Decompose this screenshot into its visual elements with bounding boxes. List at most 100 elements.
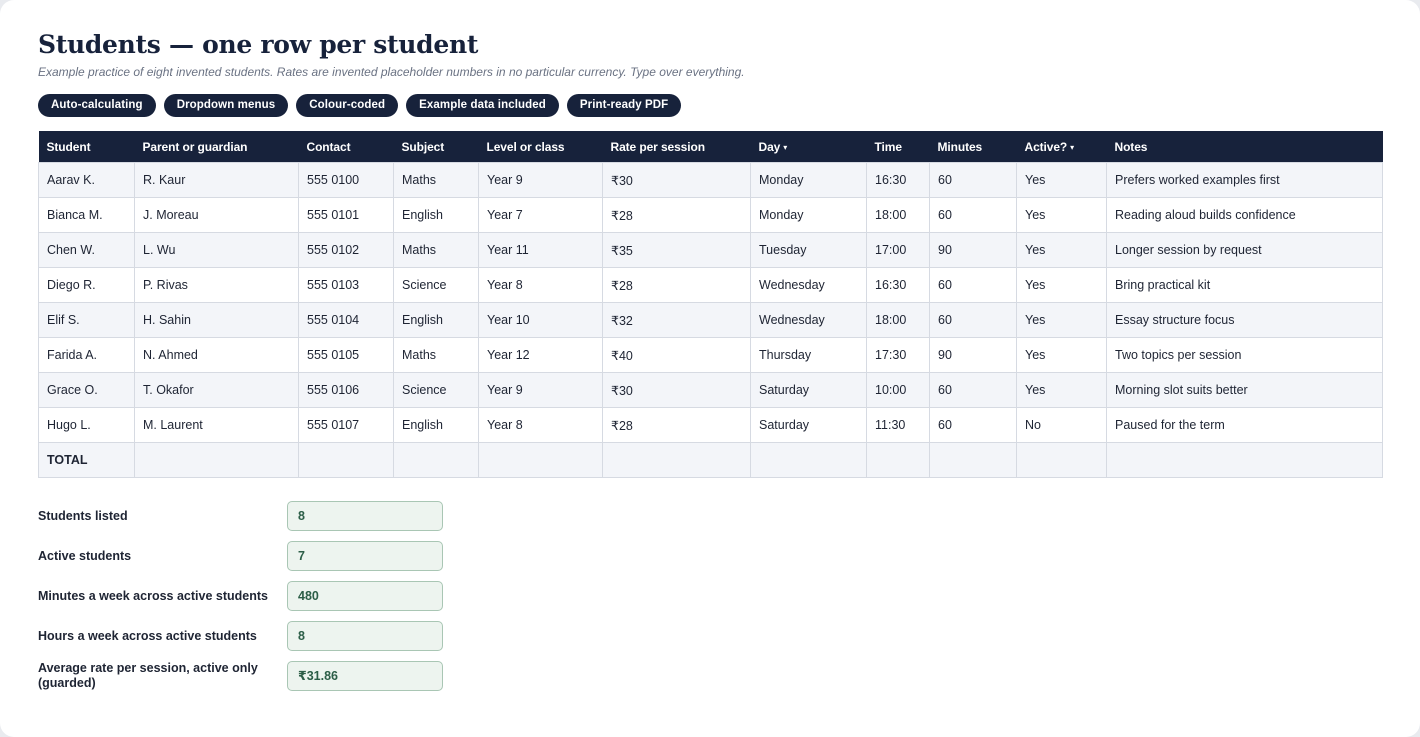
cell-contact[interactable]: 555 0101 (298, 197, 394, 233)
cell-parent[interactable]: J. Moreau (134, 197, 299, 233)
cell-notes[interactable]: Bring practical kit (1106, 267, 1383, 303)
cell-student[interactable]: Hugo L. (38, 407, 135, 443)
cell-contact[interactable]: 555 0100 (298, 162, 394, 198)
cell-contact[interactable]: 555 0102 (298, 232, 394, 268)
cell-day[interactable]: Thursday (750, 337, 867, 373)
total-cell[interactable] (1016, 442, 1107, 478)
cell-active[interactable]: Yes (1016, 337, 1107, 373)
cell-minutes[interactable]: 60 (929, 267, 1017, 303)
cell-minutes[interactable]: 90 (929, 337, 1017, 373)
cell-day[interactable]: Saturday (750, 407, 867, 443)
total-cell[interactable] (393, 442, 479, 478)
cell-time[interactable]: 10:00 (866, 372, 930, 408)
total-cell[interactable] (866, 442, 930, 478)
cell-parent[interactable]: R. Kaur (134, 162, 299, 198)
cell-contact[interactable]: 555 0104 (298, 302, 394, 338)
cell-level[interactable]: Year 7 (478, 197, 603, 233)
cell-level[interactable]: Year 11 (478, 232, 603, 268)
cell-active[interactable]: Yes (1016, 162, 1107, 198)
cell-contact[interactable]: 555 0106 (298, 372, 394, 408)
cell-active[interactable]: Yes (1016, 302, 1107, 338)
total-cell[interactable] (929, 442, 1017, 478)
cell-minutes[interactable]: 60 (929, 407, 1017, 443)
cell-subject[interactable]: Science (393, 372, 479, 408)
dropdown-caret-icon[interactable]: ▾ (1070, 143, 1074, 152)
cell-contact[interactable]: 555 0105 (298, 337, 394, 373)
cell-level[interactable]: Year 8 (478, 407, 603, 443)
cell-level[interactable]: Year 9 (478, 372, 603, 408)
cell-minutes[interactable]: 60 (929, 372, 1017, 408)
cell-rate[interactable]: ₹28 (602, 267, 751, 303)
total-cell[interactable] (750, 442, 867, 478)
cell-rate[interactable]: ₹28 (602, 407, 751, 443)
cell-parent[interactable]: T. Okafor (134, 372, 299, 408)
cell-student[interactable]: Aarav K. (38, 162, 135, 198)
cell-subject[interactable]: Maths (393, 337, 479, 373)
cell-notes[interactable]: Longer session by request (1106, 232, 1383, 268)
cell-subject[interactable]: English (393, 407, 479, 443)
cell-active[interactable]: No (1016, 407, 1107, 443)
col-active[interactable]: Active? ▾ (1016, 131, 1107, 163)
cell-notes[interactable]: Reading aloud builds confidence (1106, 197, 1383, 233)
cell-subject[interactable]: English (393, 197, 479, 233)
cell-rate[interactable]: ₹30 (602, 372, 751, 408)
cell-minutes[interactable]: 90 (929, 232, 1017, 268)
cell-rate[interactable]: ₹40 (602, 337, 751, 373)
total-cell[interactable] (134, 442, 299, 478)
cell-level[interactable]: Year 10 (478, 302, 603, 338)
cell-day[interactable]: Monday (750, 162, 867, 198)
cell-student[interactable]: Diego R. (38, 267, 135, 303)
cell-time[interactable]: 16:30 (866, 267, 930, 303)
cell-student[interactable]: Bianca M. (38, 197, 135, 233)
total-cell[interactable] (298, 442, 394, 478)
cell-contact[interactable]: 555 0107 (298, 407, 394, 443)
cell-notes[interactable]: Morning slot suits better (1106, 372, 1383, 408)
cell-subject[interactable]: Science (393, 267, 479, 303)
cell-rate[interactable]: ₹32 (602, 302, 751, 338)
cell-active[interactable]: Yes (1016, 372, 1107, 408)
cell-rate[interactable]: ₹30 (602, 162, 751, 198)
cell-notes[interactable]: Prefers worked examples first (1106, 162, 1383, 198)
cell-level[interactable]: Year 8 (478, 267, 603, 303)
cell-parent[interactable]: H. Sahin (134, 302, 299, 338)
cell-time[interactable]: 18:00 (866, 197, 930, 233)
cell-student[interactable]: Farida A. (38, 337, 135, 373)
cell-day[interactable]: Monday (750, 197, 867, 233)
cell-day[interactable]: Wednesday (750, 302, 867, 338)
cell-time[interactable]: 18:00 (866, 302, 930, 338)
cell-rate[interactable]: ₹28 (602, 197, 751, 233)
cell-contact[interactable]: 555 0103 (298, 267, 394, 303)
cell-level[interactable]: Year 9 (478, 162, 603, 198)
dropdown-caret-icon[interactable]: ▾ (783, 143, 787, 152)
cell-minutes[interactable]: 60 (929, 302, 1017, 338)
cell-student[interactable]: Elif S. (38, 302, 135, 338)
cell-subject[interactable]: Maths (393, 232, 479, 268)
cell-minutes[interactable]: 60 (929, 162, 1017, 198)
total-cell[interactable] (478, 442, 603, 478)
cell-parent[interactable]: L. Wu (134, 232, 299, 268)
cell-day[interactable]: Saturday (750, 372, 867, 408)
cell-day[interactable]: Wednesday (750, 267, 867, 303)
cell-student[interactable]: Grace O. (38, 372, 135, 408)
col-day[interactable]: Day ▾ (750, 131, 867, 163)
cell-rate[interactable]: ₹35 (602, 232, 751, 268)
cell-notes[interactable]: Paused for the term (1106, 407, 1383, 443)
cell-active[interactable]: Yes (1016, 197, 1107, 233)
cell-active[interactable]: Yes (1016, 232, 1107, 268)
cell-time[interactable]: 11:30 (866, 407, 930, 443)
total-cell[interactable] (1106, 442, 1383, 478)
cell-level[interactable]: Year 12 (478, 337, 603, 373)
cell-parent[interactable]: N. Ahmed (134, 337, 299, 373)
cell-subject[interactable]: Maths (393, 162, 479, 198)
cell-parent[interactable]: P. Rivas (134, 267, 299, 303)
cell-student[interactable]: Chen W. (38, 232, 135, 268)
cell-active[interactable]: Yes (1016, 267, 1107, 303)
cell-subject[interactable]: English (393, 302, 479, 338)
cell-time[interactable]: 16:30 (866, 162, 930, 198)
cell-time[interactable]: 17:00 (866, 232, 930, 268)
cell-parent[interactable]: M. Laurent (134, 407, 299, 443)
cell-notes[interactable]: Two topics per session (1106, 337, 1383, 373)
cell-notes[interactable]: Essay structure focus (1106, 302, 1383, 338)
cell-time[interactable]: 17:30 (866, 337, 930, 373)
cell-minutes[interactable]: 60 (929, 197, 1017, 233)
